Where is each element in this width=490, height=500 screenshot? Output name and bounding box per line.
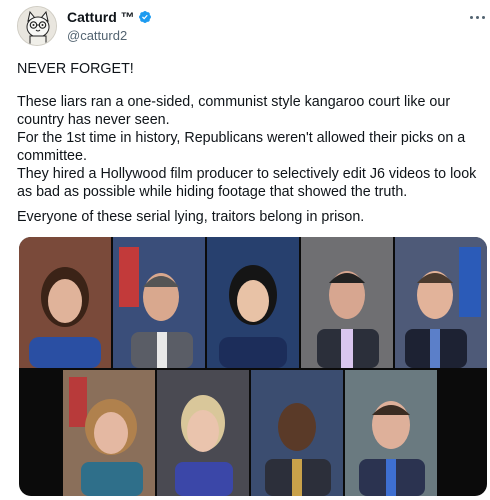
author-avatar[interactable]	[17, 6, 57, 46]
tweet-card[interactable]: Catturd ™ @catturd2 NEVER FORGET! These …	[0, 0, 490, 500]
more-options-button[interactable]	[468, 9, 486, 25]
display-name-text[interactable]: Catturd ™	[67, 9, 135, 25]
photo-collage	[19, 237, 487, 496]
verified-badge-icon	[138, 11, 151, 23]
tweet-text-heading: NEVER FORGET!	[17, 61, 134, 77]
author-handle[interactable]: @catturd2	[67, 28, 127, 43]
cartoon-cat-avatar-icon	[18, 7, 56, 45]
author-display-name[interactable]: Catturd ™	[67, 9, 152, 25]
more-options-dot	[481, 15, 485, 19]
tweet-text-body: These liars ran a one-sided, communist s…	[17, 94, 477, 200]
more-options-icon	[469, 15, 473, 19]
more-options-dot	[475, 15, 479, 19]
tweet-text-closing: Everyone of these serial lying, traitors…	[17, 209, 365, 225]
tweet-media-collage[interactable]	[19, 237, 487, 496]
